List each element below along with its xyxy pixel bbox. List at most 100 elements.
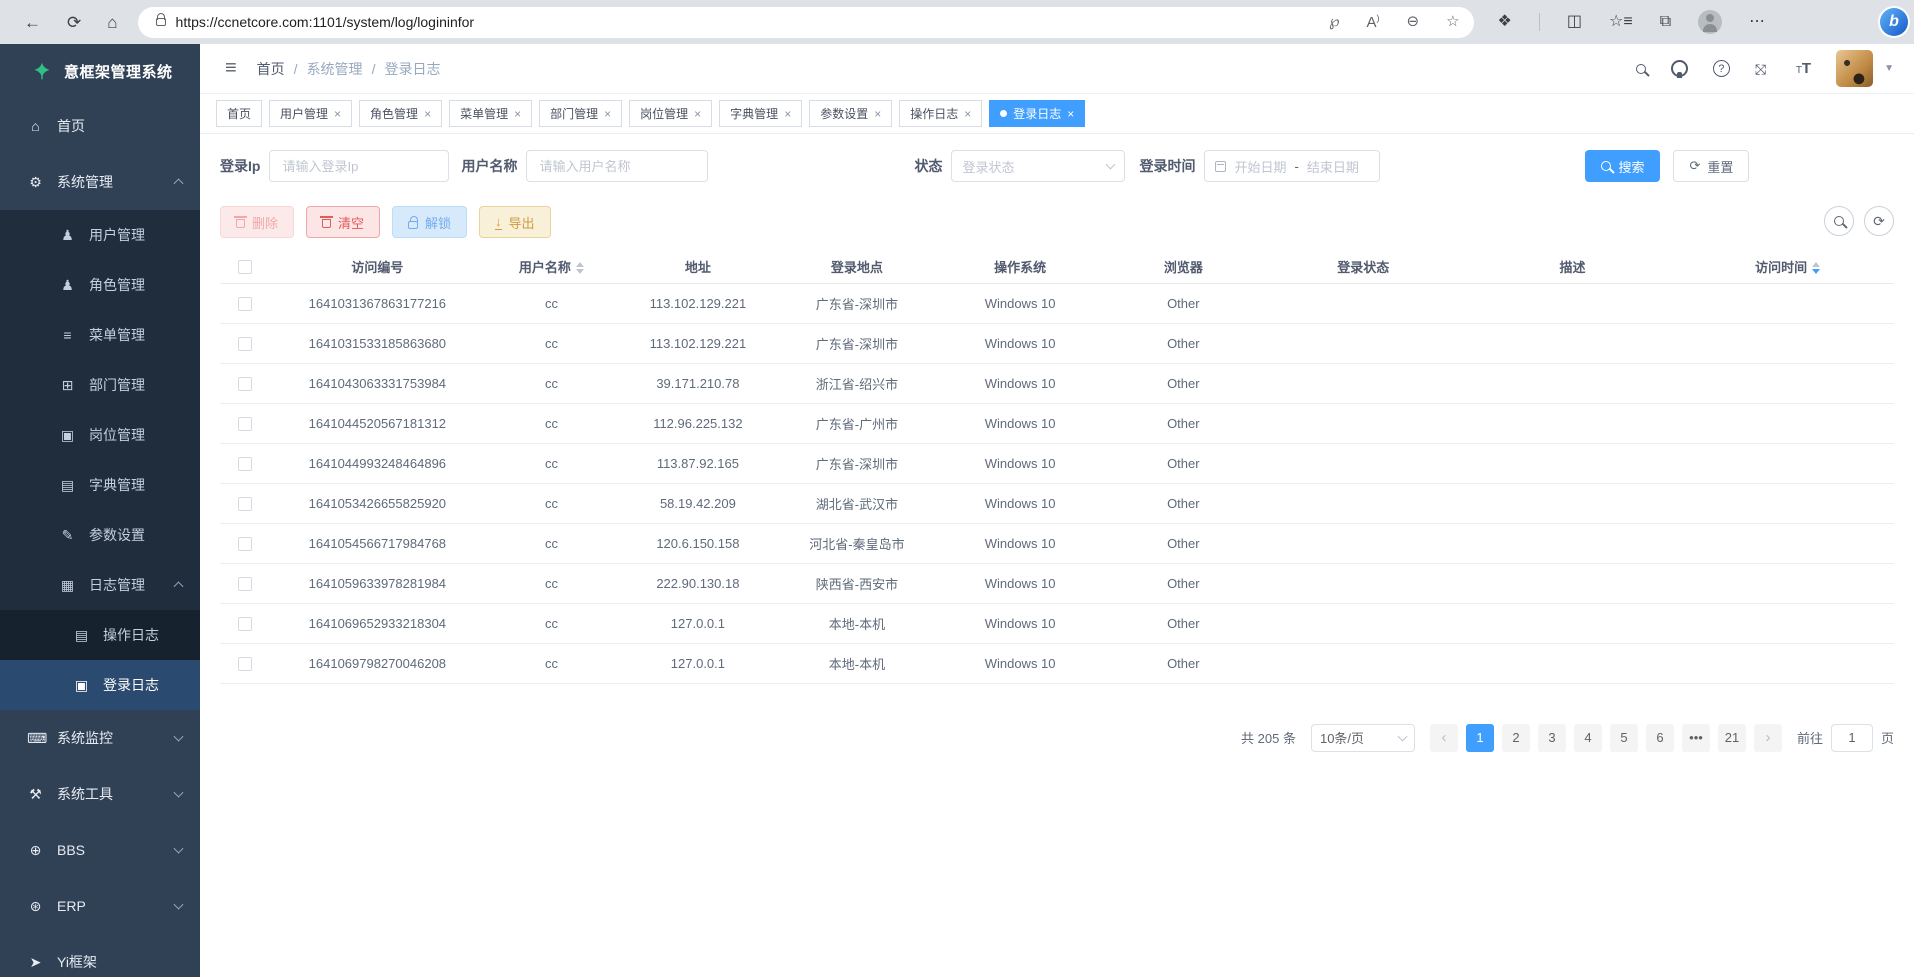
tab-部门管理[interactable]: 部门管理×	[539, 100, 622, 127]
row-checkbox[interactable]	[238, 377, 252, 391]
tab-用户管理[interactable]: 用户管理×	[269, 100, 352, 127]
clear-button[interactable]: 清空	[306, 206, 380, 238]
row-checkbox[interactable]	[238, 617, 252, 631]
row-checkbox[interactable]	[238, 497, 252, 511]
user-name-input[interactable]	[526, 150, 708, 182]
column-header-访问时间[interactable]: 访问时间	[1681, 250, 1894, 283]
sort-desc-icon[interactable]	[1812, 269, 1820, 274]
add-favorite-icon[interactable]: ☆	[1446, 14, 1459, 30]
extensions-icon[interactable]: ❖	[1498, 14, 1512, 30]
close-icon[interactable]: ×	[334, 107, 341, 121]
row-checkbox[interactable]	[238, 297, 252, 311]
column-header-用户名称[interactable]: 用户名称	[484, 250, 618, 283]
menu-fold-icon[interactable]: ≡	[225, 57, 237, 80]
page-button-4[interactable]: 4	[1574, 724, 1602, 752]
delete-button[interactable]: 删除	[220, 206, 294, 238]
page-button-3[interactable]: 3	[1538, 724, 1566, 752]
close-icon[interactable]: ×	[1067, 107, 1074, 121]
page-button-5[interactable]: 5	[1610, 724, 1638, 752]
sidebar-item-角色管理[interactable]: ♟角色管理	[0, 260, 200, 310]
close-icon[interactable]: ×	[874, 107, 881, 121]
tab-首页[interactable]: 首页	[216, 100, 262, 127]
browser-back-icon[interactable]: ←	[24, 14, 41, 31]
address-bar[interactable]: https://ccnetcore.com:1101/system/log/lo…	[138, 7, 1474, 38]
more-pages-icon[interactable]: •••	[1682, 724, 1710, 752]
favorites-bar-icon[interactable]: ☆≡	[1609, 14, 1633, 30]
sidebar-item-系统监控[interactable]: ⌨系统监控	[0, 710, 200, 766]
show-search-button[interactable]	[1824, 206, 1854, 236]
browser-refresh-icon[interactable]: ⟳	[67, 14, 81, 31]
goto-page-input[interactable]	[1831, 724, 1873, 752]
search-button[interactable]: 搜索	[1585, 150, 1660, 182]
close-icon[interactable]: ×	[424, 107, 431, 121]
unlock-button[interactable]: 解锁	[392, 206, 467, 238]
login-ip-input[interactable]	[269, 150, 449, 182]
browser-profile-icon[interactable]	[1698, 10, 1722, 34]
sort-desc-icon[interactable]	[576, 269, 584, 274]
status-select[interactable]: 登录状态	[951, 150, 1125, 182]
next-page-button[interactable]: ›	[1754, 724, 1782, 752]
refresh-table-button[interactable]: ⟳	[1864, 206, 1894, 236]
sort-asc-icon[interactable]	[576, 262, 584, 267]
search-icon[interactable]	[1636, 64, 1646, 74]
page-size-select[interactable]: 10条/页	[1311, 724, 1415, 752]
reset-button[interactable]: ⟳ 重置	[1673, 150, 1749, 182]
page-button-21[interactable]: 21	[1718, 724, 1746, 752]
text-size-icon[interactable]: TT	[1796, 60, 1811, 78]
prev-page-button[interactable]: ‹	[1430, 724, 1458, 752]
row-checkbox[interactable]	[238, 337, 252, 351]
sidebar-item-BBS[interactable]: ⊕BBS	[0, 822, 200, 878]
sidebar-item-菜单管理[interactable]: ≡菜单管理	[0, 310, 200, 360]
github-icon[interactable]	[1671, 60, 1688, 77]
tab-登录日志[interactable]: 登录日志×	[989, 100, 1085, 127]
close-icon[interactable]: ×	[514, 107, 521, 121]
sidebar-item-字典管理[interactable]: ▤字典管理	[0, 460, 200, 510]
breadcrumb-system[interactable]: 系统管理	[307, 59, 363, 79]
browser-home-icon[interactable]: ⌂	[107, 14, 117, 31]
collections-icon[interactable]: ⧉	[1660, 14, 1671, 30]
sidebar-item-部门管理[interactable]: ⊞部门管理	[0, 360, 200, 410]
breadcrumb-home[interactable]: 首页	[257, 59, 285, 79]
help-icon[interactable]: ?	[1713, 60, 1730, 77]
url-text[interactable]: https://ccnetcore.com:1101/system/log/lo…	[176, 14, 475, 30]
sidebar-item-Yi框架[interactable]: ➤Yi框架	[0, 934, 200, 977]
caret-down-icon[interactable]: ▼	[1884, 63, 1894, 74]
close-icon[interactable]: ×	[604, 107, 611, 121]
sidebar-item-首页[interactable]: ⌂首页	[0, 98, 200, 154]
close-icon[interactable]: ×	[694, 107, 701, 121]
user-avatar[interactable]	[1836, 50, 1873, 87]
select-all-checkbox[interactable]	[238, 260, 252, 274]
key-icon[interactable]: ℘	[1329, 14, 1339, 30]
row-checkbox[interactable]	[238, 457, 252, 471]
export-button[interactable]: ↓ 导出	[479, 206, 551, 238]
fullscreen-icon[interactable]: ⤡⤢	[1755, 61, 1771, 77]
more-icon[interactable]: ⋯	[1749, 14, 1765, 30]
date-range-picker[interactable]: 开始日期 - 结束日期	[1204, 150, 1380, 182]
sort-carets[interactable]	[576, 262, 584, 274]
tab-菜单管理[interactable]: 菜单管理×	[449, 100, 532, 127]
tab-岗位管理[interactable]: 岗位管理×	[629, 100, 712, 127]
bing-chat-icon[interactable]: b	[1880, 8, 1908, 36]
page-button-2[interactable]: 2	[1502, 724, 1530, 752]
sidebar-item-操作日志[interactable]: ▤操作日志	[0, 610, 200, 660]
sidebar-item-ERP[interactable]: ⊛ERP	[0, 878, 200, 934]
tab-字典管理[interactable]: 字典管理×	[719, 100, 802, 127]
sidebar-item-岗位管理[interactable]: ▣岗位管理	[0, 410, 200, 460]
tab-参数设置[interactable]: 参数设置×	[809, 100, 892, 127]
tab-角色管理[interactable]: 角色管理×	[359, 100, 442, 127]
sidebar-item-日志管理[interactable]: ▦日志管理	[0, 560, 200, 610]
sidebar-item-登录日志[interactable]: ▣登录日志	[0, 660, 200, 710]
close-icon[interactable]: ×	[784, 107, 791, 121]
sort-asc-icon[interactable]	[1812, 262, 1820, 267]
page-button-6[interactable]: 6	[1646, 724, 1674, 752]
sidebar-item-参数设置[interactable]: ✎参数设置	[0, 510, 200, 560]
row-checkbox[interactable]	[238, 657, 252, 671]
sidebar-item-用户管理[interactable]: ♟用户管理	[0, 210, 200, 260]
sidebar-item-系统工具[interactable]: ⚒系统工具	[0, 766, 200, 822]
row-checkbox[interactable]	[238, 537, 252, 551]
page-button-1[interactable]: 1	[1466, 724, 1494, 752]
sidebar-item-系统管理[interactable]: ⚙系统管理	[0, 154, 200, 210]
sort-carets[interactable]	[1812, 262, 1820, 274]
split-screen-icon[interactable]: ◫	[1567, 14, 1582, 30]
zoom-out-icon[interactable]: ⊖	[1407, 14, 1420, 30]
